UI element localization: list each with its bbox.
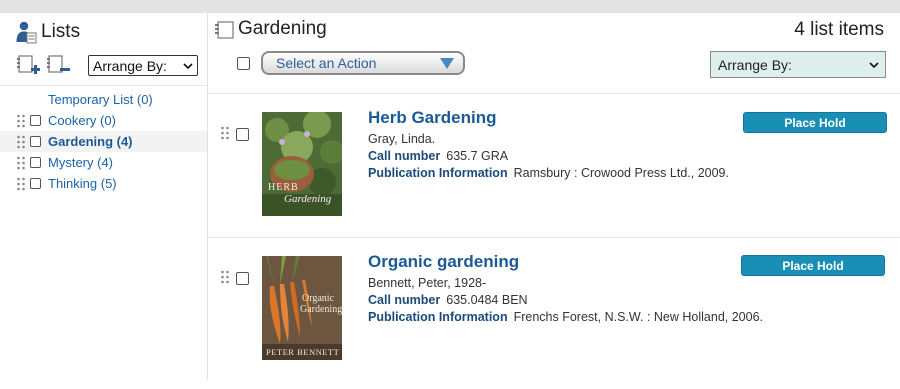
list-icon (215, 21, 234, 39)
sidebar-item-checkbox[interactable] (30, 136, 41, 147)
item-info: Herb Gardening Gray, Linda. Call number 6… (368, 108, 729, 183)
sidebar-title: Lists (41, 21, 81, 42)
chevron-down-icon (183, 62, 193, 69)
call-number-label: Call number (368, 293, 441, 307)
action-select[interactable]: Select an Action (261, 51, 465, 75)
sidebar-item[interactable]: Mystery (4) (0, 152, 207, 173)
item-info: Organic gardening Bennett, Peter, 1928- … (368, 252, 763, 327)
add-list-icon[interactable] (16, 53, 42, 79)
sidebar-item-label[interactable]: Mystery (4) (48, 155, 113, 170)
sidebar-item[interactable]: Cookery (0) (0, 110, 207, 131)
main-arrange-label: Arrange By: (718, 56, 792, 73)
call-number-value: 635.0484 BEN (446, 293, 528, 307)
call-number-label: Call number (368, 149, 441, 163)
sidebar-arrange-select[interactable]: Arrange By: (88, 55, 198, 76)
item-author: Gray, Linda. (368, 132, 436, 146)
divider (208, 237, 900, 238)
item-publication: Publication Information Frenchs Forest, N… (368, 310, 763, 324)
cover-text: HERB (268, 182, 299, 193)
chevron-down-icon (440, 58, 454, 69)
item-checkbox[interactable] (236, 128, 249, 141)
sidebar-item[interactable]: Temporary List (0) (0, 89, 207, 110)
book-cover[interactable]: Organic Gardening PETER BENNETT (262, 256, 342, 360)
lists-sidebar: Lists Arrange By: Temporary List (0) Cook… (0, 13, 208, 380)
sidebar-item-checkbox[interactable] (30, 157, 41, 168)
list-header: Gardening (213, 18, 327, 40)
sidebar-item-label[interactable]: Cookery (0) (48, 113, 116, 128)
sidebar-item-label[interactable]: Thinking (5) (48, 176, 117, 191)
drag-grip-icon[interactable] (16, 135, 26, 149)
sidebar-item-label[interactable]: Gardening (4) (48, 134, 133, 149)
divider (0, 85, 207, 86)
cover-text: Organic (302, 293, 335, 304)
divider (208, 93, 900, 94)
publication-label: Publication Information (368, 166, 508, 180)
sidebar-item-label[interactable]: Temporary List (0) (48, 92, 153, 107)
call-number-value: 635.7 GRA (446, 149, 509, 163)
publication-value: Ramsbury : Crowood Press Ltd., 2009. (513, 166, 729, 180)
item-count: 4 list items (794, 19, 884, 40)
drag-grip-icon[interactable] (220, 270, 230, 284)
sidebar-arrange-label: Arrange By: (93, 57, 167, 74)
place-hold-button[interactable]: Place Hold (743, 112, 887, 133)
select-all-checkbox[interactable] (237, 57, 250, 70)
publication-label: Publication Information (368, 310, 508, 324)
item-checkbox[interactable] (236, 272, 249, 285)
cover-text: Gardening (284, 193, 332, 205)
sidebar-item[interactable]: Thinking (5) (0, 173, 207, 194)
publication-value: Frenchs Forest, N.S.W. : New Holland, 20… (513, 310, 763, 324)
list-item: HERB Gardening Herb Gardening Gray, Lind… (208, 105, 900, 245)
drag-grip-icon[interactable] (16, 156, 26, 170)
list-item: Organic Gardening PETER BENNETT Organic … (208, 249, 900, 389)
item-call-number: Call number 635.7 GRA (368, 149, 729, 163)
top-bar (0, 0, 900, 13)
drag-grip-icon[interactable] (220, 126, 230, 140)
page-title: Gardening (238, 18, 327, 39)
place-hold-button[interactable]: Place Hold (741, 255, 885, 276)
remove-list-icon[interactable] (46, 53, 72, 79)
chevron-down-icon (869, 61, 879, 68)
drag-grip-icon[interactable] (16, 114, 26, 128)
sidebar-item-checkbox[interactable] (30, 178, 41, 189)
sidebar-list: Temporary List (0) Cookery (0) Gardening (… (0, 89, 207, 194)
drag-grip-icon[interactable] (16, 177, 26, 191)
sidebar-header: Lists (15, 20, 80, 44)
item-author: Bennett, Peter, 1928- (368, 276, 487, 290)
cover-text: Gardening (300, 304, 342, 315)
main-arrange-select[interactable]: Arrange By: (710, 51, 886, 78)
list-tools (16, 53, 76, 79)
main-panel: Gardening 4 list items Select an Action … (208, 13, 900, 380)
sidebar-item-checkbox[interactable] (30, 115, 41, 126)
cover-text: PETER BENNETT (266, 347, 340, 357)
item-title[interactable]: Herb Gardening (368, 108, 729, 128)
item-publication: Publication Information Ramsbury : Crowoo… (368, 166, 729, 180)
sidebar-item[interactable]: Gardening (4) (0, 131, 207, 152)
person-list-icon (16, 21, 37, 44)
item-call-number: Call number 635.0484 BEN (368, 293, 763, 307)
action-select-label: Select an Action (276, 55, 377, 71)
item-title[interactable]: Organic gardening (368, 252, 763, 272)
book-cover[interactable]: HERB Gardening (262, 112, 342, 216)
